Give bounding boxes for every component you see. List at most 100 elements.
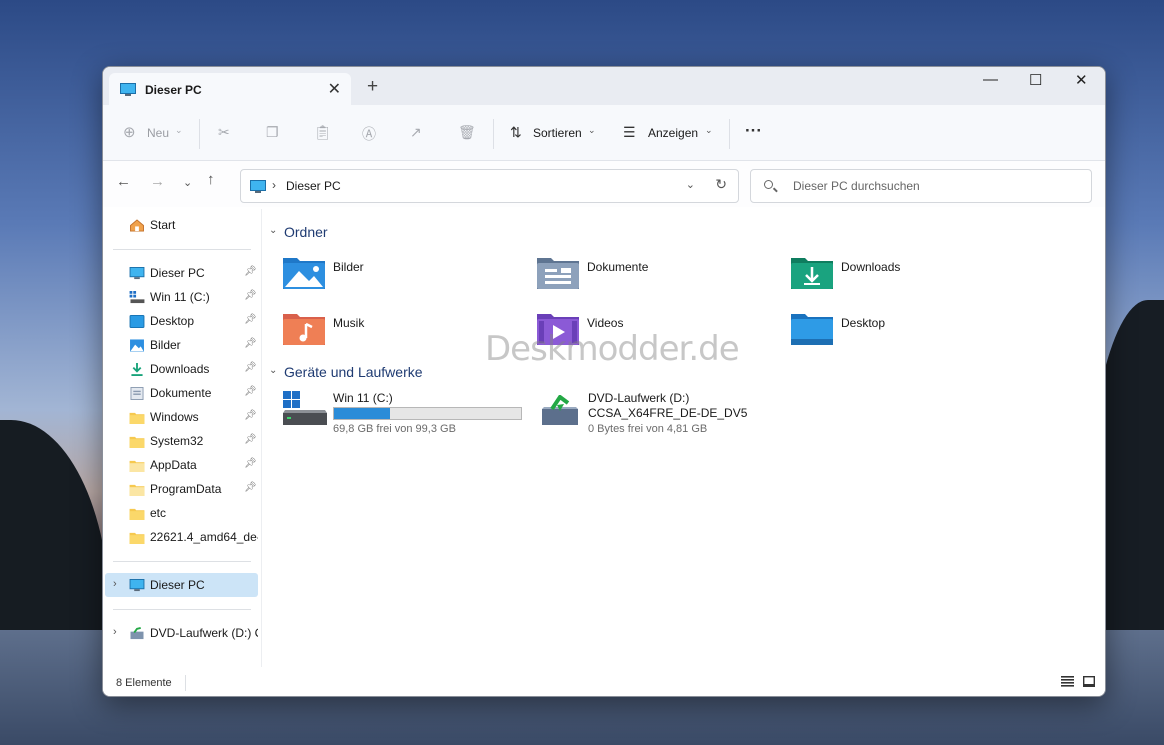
up-arrow-icon[interactable]: ↑ [207,171,215,188]
folder-icon [129,412,145,424]
sidebar-item-label: Win 11 (C:) [150,290,210,304]
forward-arrow-icon[interactable]: → [150,173,165,190]
folder-icon [129,484,145,496]
sidebar-item-label: Desktop [150,314,195,328]
view-button[interactable]: Anzeigen [648,126,698,140]
drive-volume-label: CCSA_X64FRE_DE-DE_DV5 [588,406,748,420]
sort-icon[interactable]: ⇅ [510,124,522,141]
sidebar-item-etc[interactable]: etc [103,501,258,525]
folder-label: Videos [587,316,624,330]
sidebar-item-label: DVD-Laufwerk (D:) C [150,626,258,640]
breadcrumb-chevron-icon: › [272,178,276,192]
watermark: Deskmodder.de [485,329,740,369]
tab-dieser-pc[interactable]: Dieser PC ✕ [109,73,351,105]
tab-title: Dieser PC [145,83,202,97]
sidebar-item-win11-c[interactable]: Win 11 (C:) 📌︎ [103,285,258,309]
address-bar[interactable]: › Dieser PC ⌄ ↻ [240,169,739,203]
drive-c[interactable]: Win 11 (C:) 69,8 GB frei von 99,3 GB [283,389,523,439]
collapse-chevron-icon[interactable]: ⌄ [269,225,277,236]
close-window-button[interactable]: ✕ [1075,71,1088,89]
tiles-view-icon[interactable] [1083,676,1095,687]
new-icon[interactable]: ⊕ [123,123,136,141]
downloads-folder-icon [791,258,833,289]
expand-chevron-icon[interactable]: › [113,626,117,638]
back-arrow-icon[interactable]: ← [116,173,131,190]
sidebar-item-dvd[interactable]: › DVD-Laufwerk (D:) C [105,621,258,645]
sidebar-item-programdata[interactable]: ProgramData 📌︎ [103,477,258,501]
navigation-pane: Start Dieser PC 📌︎ Win 11 (C:) 📌︎ Deskto… [103,209,262,667]
close-tab-icon[interactable]: ✕ [328,79,341,99]
search-input[interactable] [791,178,1080,194]
folder-bilder[interactable]: Bilder [283,255,483,295]
sidebar-item-dokumente[interactable]: Dokumente 📌︎ [103,381,258,405]
drive-d[interactable]: DVD-Laufwerk (D:) CCSA_X64FRE_DE-DE_DV5 … [540,389,760,439]
search-box[interactable] [750,169,1092,203]
recent-chevron-icon[interactable]: ⌄ [183,176,192,189]
documents-folder-icon [537,258,579,289]
section-header-drives[interactable]: Geräte und Laufwerke [284,364,423,380]
pictures-icon [130,339,144,352]
sidebar-item-label: Dieser PC [150,266,205,280]
details-view-icon[interactable] [1061,676,1074,687]
copy-icon[interactable]: ❐ [266,124,279,141]
pin-icon: 📌︎ [244,290,257,301]
sidebar-item-label: Windows [150,410,199,424]
paste-icon[interactable]: 📋︎ [314,124,332,141]
sidebar-item-label: System32 [150,434,204,448]
drive-usage-bar [333,407,522,420]
folder-icon [129,532,145,544]
sidebar-item-bilder[interactable]: Bilder 📌︎ [103,333,258,357]
sidebar-item-windows[interactable]: Windows 📌︎ [103,405,258,429]
maximize-button[interactable]: ☐ [1029,71,1042,89]
more-options-button[interactable]: ··· [745,121,762,141]
refresh-icon[interactable]: ↻ [715,176,727,193]
pin-icon: 📌︎ [244,386,257,397]
folder-desktop[interactable]: Desktop [791,311,991,351]
address-dropdown-icon[interactable]: ⌄ [686,178,695,191]
section-header-folders[interactable]: Ordner [284,224,328,240]
minimize-button[interactable]: — [983,71,998,88]
separator [113,609,251,610]
collapse-chevron-icon[interactable]: ⌄ [269,365,277,376]
folder-label: Bilder [333,260,364,274]
new-tab-button[interactable]: + [367,77,378,97]
sidebar-item-appdata[interactable]: AppData 📌︎ [103,453,258,477]
breadcrumb[interactable]: Dieser PC [286,179,341,193]
sidebar-item-label: 22621.4_amd64_de-d [150,530,258,544]
music-folder-icon [283,314,325,345]
folder-musik[interactable]: Musik [283,311,483,351]
pin-icon: 📌︎ [244,410,257,421]
share-icon[interactable]: ↗ [410,124,422,141]
home-icon [130,219,144,232]
chevron-down-icon: ⌄ [175,125,183,135]
sidebar-item-downloads[interactable]: Downloads 📌︎ [103,357,258,381]
folder-label: Downloads [841,260,901,274]
desktop-folder-icon [129,315,145,328]
cut-icon[interactable]: ✂ [218,124,230,141]
sidebar-item-label: Dieser PC [150,578,205,592]
view-icon[interactable]: ☰ [623,124,636,141]
drive-free-space: 0 Bytes frei von 4,81 GB [588,423,708,435]
expand-chevron-icon[interactable]: › [113,578,117,590]
sidebar-item-this-pc[interactable]: › Dieser PC [105,573,258,597]
drive-free-space: 69,8 GB frei von 99,3 GB [333,423,456,435]
sidebar-item-start[interactable]: Start [103,213,258,237]
sidebar-item-system32[interactable]: System32 📌︎ [103,429,258,453]
separator [185,675,186,691]
drive-label: Win 11 (C:) [333,391,393,405]
drive-usage-fill [334,408,391,419]
sidebar-item-desktop[interactable]: Desktop 📌︎ [103,309,258,333]
delete-icon[interactable]: 🗑︎ [458,124,476,141]
new-button[interactable]: Neu [147,126,169,140]
pin-icon: 📌︎ [244,362,257,373]
separator [729,119,730,149]
sidebar-item-22621[interactable]: 22621.4_amd64_de-d [103,525,258,549]
sort-button[interactable]: Sortieren [533,126,582,140]
download-icon [131,363,143,376]
folder-downloads[interactable]: Downloads [791,255,991,295]
sidebar-item-dieser-pc[interactable]: Dieser PC 📌︎ [103,261,258,285]
pin-icon: 📌︎ [244,458,257,469]
rename-icon[interactable]: Ⓐ [362,124,376,144]
content-area: ⌄ Ordner Bilder Dokumente Downloads Musi… [263,209,1105,667]
folder-dokumente[interactable]: Dokumente [537,255,737,295]
